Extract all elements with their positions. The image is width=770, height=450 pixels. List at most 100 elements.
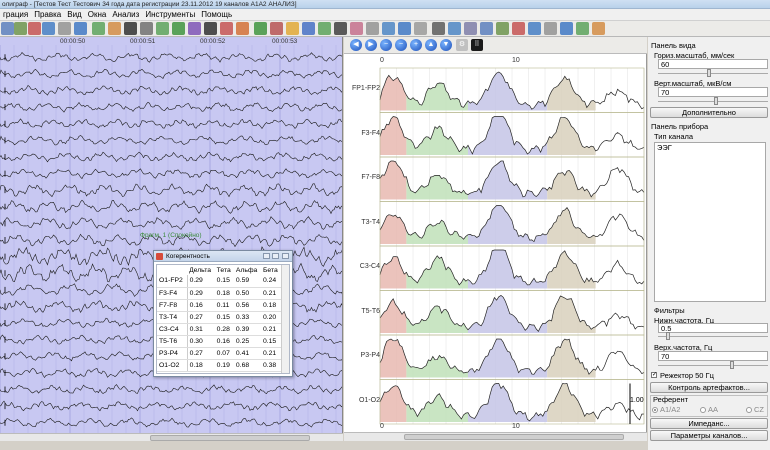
coherence-vertical-scrollbar[interactable] bbox=[281, 265, 289, 373]
fragment-marker-label[interactable]: Фрагм. 1 (Спокойно) bbox=[140, 232, 202, 239]
channel-type-list[interactable]: ЭЭГ bbox=[654, 142, 766, 302]
scroll-right-icon[interactable]: ▶ bbox=[365, 39, 377, 51]
export-icon[interactable] bbox=[334, 22, 347, 35]
spectrum-icon[interactable] bbox=[398, 22, 411, 35]
table-icon[interactable] bbox=[496, 22, 509, 35]
column-header[interactable]: Бета bbox=[261, 265, 281, 275]
scrollbar-thumb[interactable] bbox=[150, 435, 310, 441]
settings-icon[interactable]: ⚙ bbox=[456, 39, 468, 51]
menu-item-edit[interactable]: Правка bbox=[31, 9, 64, 20]
slider-thumb[interactable] bbox=[666, 332, 670, 340]
open-icon[interactable] bbox=[1, 22, 14, 35]
filter-icon[interactable] bbox=[286, 22, 299, 35]
ref-radio-cz[interactable] bbox=[746, 407, 752, 413]
table-row[interactable]: T5-T6 0.30 0.16 0.25 0.15 bbox=[157, 335, 281, 348]
menu-item-windows[interactable]: Окна bbox=[85, 9, 110, 20]
scrollbar-thumb[interactable] bbox=[404, 434, 624, 440]
copy-icon[interactable] bbox=[480, 22, 493, 35]
table-row[interactable]: F3-F4 0.29 0.18 0.50 0.21 bbox=[157, 287, 281, 300]
vscale-input[interactable]: 70 bbox=[658, 87, 768, 97]
table-row[interactable]: F7-F8 0.16 0.11 0.56 0.18 bbox=[157, 299, 281, 312]
table-row[interactable]: O1-FP2 0.29 0.15 0.59 0.24 bbox=[157, 275, 281, 288]
more-button[interactable]: Дополнительно bbox=[650, 107, 768, 118]
menu-item-tools[interactable]: Инструменты bbox=[142, 9, 198, 20]
ref-radio-a1a2[interactable] bbox=[652, 407, 658, 413]
eeg-horizontal-scrollbar[interactable] bbox=[0, 433, 343, 441]
column-header[interactable]: Альфа bbox=[234, 265, 261, 275]
ref-radio-aa[interactable] bbox=[700, 407, 706, 413]
doc-icon[interactable] bbox=[560, 22, 573, 35]
table-row[interactable]: O1-O2 0.18 0.19 0.68 0.38 bbox=[157, 359, 281, 372]
close-icon[interactable] bbox=[282, 253, 289, 259]
low-freq-slider[interactable] bbox=[658, 332, 768, 340]
menu-item-view[interactable]: Вид bbox=[64, 9, 84, 20]
down-icon[interactable]: ▼ bbox=[440, 39, 452, 51]
select-icon[interactable] bbox=[448, 22, 461, 35]
help-icon[interactable] bbox=[592, 22, 605, 35]
low-freq-input[interactable]: 0.5 bbox=[658, 323, 768, 333]
list-item[interactable]: ЭЭГ bbox=[655, 143, 765, 153]
coherence-title-bar[interactable]: Когерентность bbox=[154, 251, 292, 262]
menu-item-analysis[interactable]: Анализ bbox=[109, 9, 142, 20]
slider-thumb[interactable] bbox=[707, 69, 711, 77]
montage-icon[interactable] bbox=[254, 22, 267, 35]
list-icon[interactable] bbox=[576, 22, 589, 35]
table-row[interactable]: P3-P4 0.27 0.07 0.41 0.21 bbox=[157, 347, 281, 360]
pointer-icon[interactable] bbox=[464, 22, 477, 35]
slider-thumb[interactable] bbox=[730, 361, 734, 369]
up-icon[interactable]: ▲ bbox=[425, 39, 437, 51]
scroll-left-icon[interactable]: ◀ bbox=[350, 39, 362, 51]
stats-icon[interactable] bbox=[318, 22, 331, 35]
menu-item-registration[interactable]: грация bbox=[0, 9, 31, 20]
report-icon[interactable] bbox=[512, 22, 525, 35]
column-header[interactable] bbox=[157, 265, 187, 275]
hscale-input[interactable]: 60 bbox=[658, 59, 768, 69]
calc-icon[interactable] bbox=[528, 22, 541, 35]
channel-params-button[interactable]: Параметры каналов... bbox=[650, 430, 768, 441]
layout-icon[interactable] bbox=[108, 22, 121, 35]
minimize-icon[interactable] bbox=[263, 253, 270, 259]
printer-icon[interactable] bbox=[544, 22, 557, 35]
window-icon[interactable] bbox=[140, 22, 153, 35]
map-icon[interactable] bbox=[270, 22, 283, 35]
zoom-icon[interactable] bbox=[204, 22, 217, 35]
magnifier-icon[interactable] bbox=[432, 22, 445, 35]
edit-icon[interactable] bbox=[92, 22, 105, 35]
bars-icon[interactable] bbox=[366, 22, 379, 35]
chart-icon[interactable] bbox=[236, 22, 249, 35]
refresh-icon[interactable] bbox=[188, 22, 201, 35]
zoom-in-icon[interactable]: + bbox=[410, 39, 422, 51]
spectra-horizontal-scrollbar[interactable] bbox=[344, 432, 647, 441]
pen-icon[interactable] bbox=[414, 22, 427, 35]
high-freq-slider[interactable] bbox=[658, 361, 768, 369]
save-icon[interactable] bbox=[14, 22, 27, 35]
play-icon[interactable] bbox=[172, 22, 185, 35]
tools-icon[interactable] bbox=[74, 22, 87, 35]
artifacts-button[interactable]: Контроль артефактов... bbox=[650, 382, 768, 393]
mail-icon[interactable] bbox=[350, 22, 363, 35]
page-icon[interactable] bbox=[58, 22, 71, 35]
vscale-slider[interactable] bbox=[658, 97, 768, 105]
circle-icon[interactable] bbox=[156, 22, 169, 35]
coherence-window[interactable]: Когерентность Дельта Тета Альфа Бета O1-FP2… bbox=[153, 250, 293, 377]
column-header[interactable]: Тета bbox=[215, 265, 234, 275]
zoom-out-icon[interactable]: − bbox=[380, 39, 392, 51]
column-header[interactable]: Дельта bbox=[187, 265, 215, 275]
table-row[interactable]: T3-T4 0.27 0.15 0.33 0.20 bbox=[157, 311, 281, 324]
print-icon[interactable] bbox=[28, 22, 41, 35]
menu-item-help[interactable]: Помощь bbox=[198, 9, 235, 20]
maximize-icon[interactable] bbox=[272, 253, 279, 259]
table-row[interactable]: C3-C4 0.31 0.28 0.39 0.21 bbox=[157, 323, 281, 336]
high-freq-input[interactable]: 70 bbox=[658, 351, 768, 361]
hscale-slider[interactable] bbox=[658, 69, 768, 77]
collapse-icon[interactable]: − bbox=[395, 39, 407, 51]
impedance-button[interactable]: Импеданс... bbox=[650, 418, 768, 429]
notch-filter-checkbox[interactable]: ✓ bbox=[651, 372, 657, 378]
wave-icon[interactable] bbox=[382, 22, 395, 35]
target-icon[interactable] bbox=[302, 22, 315, 35]
stop-icon[interactable] bbox=[220, 22, 233, 35]
grid-icon[interactable] bbox=[124, 22, 137, 35]
grid-icon[interactable]: ⠿ bbox=[471, 39, 483, 51]
slider-thumb[interactable] bbox=[714, 97, 718, 105]
record-icon[interactable] bbox=[42, 22, 55, 35]
